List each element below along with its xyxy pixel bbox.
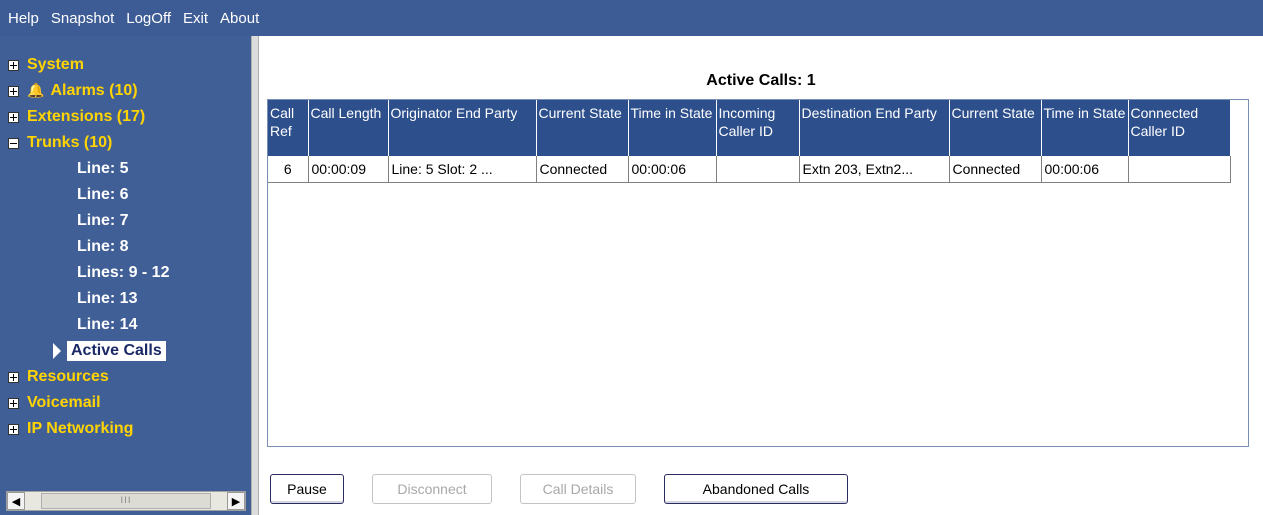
tree-node-alarms[interactable]: 🔔 Alarms (10) [8, 78, 169, 104]
tree-item-line-5[interactable]: Line: 5 [8, 156, 169, 182]
table-header-row: Call Ref Call Length Originator End Part… [268, 100, 1231, 156]
column-header[interactable]: Call Length [308, 100, 389, 156]
pause-button[interactable]: Pause [270, 474, 344, 504]
tree-node-label: System [27, 56, 84, 73]
column-header[interactable]: Time in State [1041, 100, 1129, 156]
abandoned-calls-button[interactable]: Abandoned Calls [664, 474, 848, 504]
tree-item-line-8[interactable]: Line: 8 [8, 234, 169, 260]
scroll-right-icon[interactable]: ▶ [227, 492, 245, 510]
tree-item-line-7[interactable]: Line: 7 [8, 208, 169, 234]
scroll-thumb[interactable]: III [41, 493, 211, 509]
tree-node-extensions[interactable]: Extensions (17) [8, 104, 169, 130]
sidebar-tree: System 🔔 Alarms (10) Extensions (17) Tru… [0, 36, 251, 515]
table-cell [1128, 156, 1231, 183]
tree-node-label: Resources [27, 368, 109, 385]
expand-icon[interactable] [8, 111, 19, 123]
bell-icon: 🔔 [27, 83, 45, 99]
menu-logoff[interactable]: LogOff [120, 10, 177, 27]
expand-icon[interactable] [8, 423, 19, 435]
table-cell: 00:00:06 [1041, 156, 1129, 183]
call-details-button[interactable]: Call Details [520, 474, 636, 504]
selected-arrow-icon [53, 343, 61, 359]
disconnect-button[interactable]: Disconnect [372, 474, 492, 504]
table-cell: Extn 203, Extn2... [799, 156, 950, 183]
column-header[interactable]: Originator End Party [388, 100, 537, 156]
main-panel: Active Calls: 1 Call Ref Call Length Ori… [259, 36, 1263, 515]
scroll-left-icon[interactable]: ◀ [7, 492, 25, 510]
tree-node-voicemail[interactable]: Voicemail [8, 390, 169, 416]
active-calls-table: Call Ref Call Length Originator End Part… [268, 100, 1231, 183]
tree-node-resources[interactable]: Resources [8, 364, 169, 390]
expand-icon[interactable] [8, 397, 19, 409]
table-cell: Line: 5 Slot: 2 ... [388, 156, 537, 183]
column-header[interactable]: Current State [949, 100, 1042, 156]
menu-exit[interactable]: Exit [177, 10, 214, 27]
tree-item-label: Active Calls [67, 341, 166, 361]
expand-icon[interactable] [8, 371, 19, 383]
column-header[interactable]: Connected Caller ID [1128, 100, 1231, 156]
tree-item-line-6[interactable]: Line: 6 [8, 182, 169, 208]
menu-help[interactable]: Help [2, 10, 45, 27]
tree-node-ip-networking[interactable]: IP Networking [8, 416, 169, 442]
page-title: Active Calls: 1 [706, 72, 816, 89]
action-buttons: Pause Disconnect Call Details Abandoned … [270, 474, 876, 504]
tree-node-label: Trunks (10) [27, 134, 113, 151]
column-header[interactable]: Destination End Party [799, 100, 950, 156]
tree-item-line-13[interactable]: Line: 13 [8, 286, 169, 312]
sidebar-horizontal-scrollbar[interactable]: ◀ III ▶ [6, 491, 246, 511]
menu-snapshot[interactable]: Snapshot [45, 10, 120, 27]
table-cell: 00:00:09 [308, 156, 389, 183]
table-cell: Connected [536, 156, 629, 183]
tree-node-system[interactable]: System [8, 52, 169, 78]
calls-table-container: Call Ref Call Length Originator End Part… [267, 99, 1249, 447]
tree-node-label: Alarms (10) [50, 82, 138, 99]
column-header[interactable]: Incoming Caller ID [716, 100, 800, 156]
expand-icon[interactable] [8, 59, 19, 71]
column-header[interactable]: Time in State [628, 100, 717, 156]
column-header[interactable]: Call Ref [268, 100, 309, 156]
pane-splitter[interactable] [251, 36, 259, 515]
table-cell: 6 [268, 156, 309, 183]
tree-node-label: Extensions (17) [27, 108, 146, 125]
menu-bar: Help Snapshot LogOff Exit About [0, 0, 1263, 36]
tree-node-label: IP Networking [27, 420, 134, 437]
expand-icon[interactable] [8, 85, 19, 97]
table-cell [716, 156, 800, 183]
tree-item-active-calls[interactable]: Active Calls [8, 338, 169, 364]
tree-item-lines-9-12[interactable]: Lines: 9 - 12 [8, 260, 169, 286]
tree-node-trunks[interactable]: Trunks (10) [8, 130, 169, 156]
column-header[interactable]: Current State [536, 100, 629, 156]
table-cell: Connected [949, 156, 1042, 183]
collapse-icon[interactable] [8, 137, 19, 149]
table-row[interactable]: 6 00:00:09 Line: 5 Slot: 2 ... Connected… [268, 156, 1231, 183]
table-cell: 00:00:06 [628, 156, 717, 183]
tree-item-line-14[interactable]: Line: 14 [8, 312, 169, 338]
menu-about[interactable]: About [214, 10, 265, 27]
tree-node-label: Voicemail [27, 394, 101, 411]
